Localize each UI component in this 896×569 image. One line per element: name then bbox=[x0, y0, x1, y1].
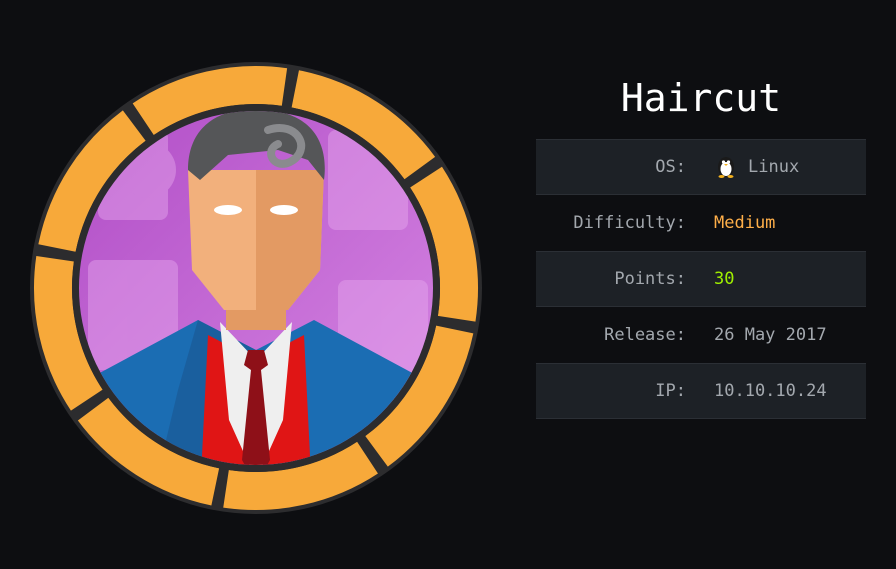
difficulty-row: Difficulty: Medium bbox=[536, 195, 866, 251]
os-label: OS: bbox=[655, 157, 686, 177]
release-label: Release: bbox=[604, 325, 686, 345]
points-label: Points: bbox=[614, 269, 686, 289]
points-row: Points: 30 bbox=[536, 251, 866, 307]
machine-info-table: OS: Linux Difficulty: Medium Points: 30 … bbox=[536, 139, 866, 419]
difficulty-label: Difficulty: bbox=[573, 213, 686, 233]
ip-label: IP: bbox=[655, 381, 686, 401]
release-row: Release: 26 May 2017 bbox=[536, 307, 866, 363]
release-value: 26 May 2017 bbox=[714, 325, 827, 345]
ip-value: 10.10.10.24 bbox=[714, 381, 827, 401]
points-value: 30 bbox=[714, 269, 735, 289]
machine-title: Haircut bbox=[620, 76, 782, 120]
left-eye bbox=[214, 205, 242, 215]
ip-row: IP: 10.10.10.24 bbox=[536, 363, 866, 419]
machine-avatar bbox=[28, 60, 484, 516]
right-eye bbox=[270, 205, 298, 215]
os-value: Linux bbox=[700, 155, 866, 179]
tux-penguin-icon bbox=[718, 157, 734, 178]
os-row: OS: Linux bbox=[536, 139, 866, 195]
haircut-avatar-illustration bbox=[30, 62, 482, 514]
os-name: Linux bbox=[748, 157, 800, 177]
difficulty-value: Medium bbox=[714, 213, 776, 233]
